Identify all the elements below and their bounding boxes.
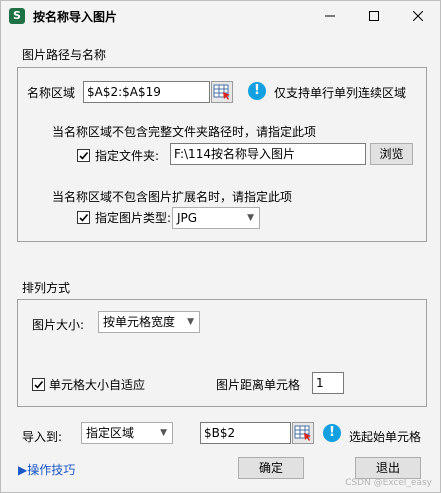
chevron-down-icon: ▼ [247, 213, 254, 223]
autofit-checkbox[interactable] [32, 378, 45, 391]
title-bar: S 按名称导入图片 [1, 1, 440, 31]
maximize-button[interactable] [352, 1, 396, 31]
minimize-button[interactable] [308, 1, 352, 31]
size-select[interactable]: 按单元格宽度 ▼ [98, 311, 200, 333]
ext-note: 当名称区域不包含图片扩展名时，请指定此项 [52, 190, 293, 204]
dialog-window: S 按名称导入图片 图片路径与名称 名称区域 $A$2:$A$19 ! 仅支持单… [0, 0, 441, 493]
chevron-down-icon: ▼ [160, 428, 167, 438]
window-title: 按名称导入图片 [33, 10, 118, 24]
info-icon: ! [323, 424, 341, 442]
range-select-icon [213, 84, 230, 100]
path-group: 名称区域 $A$2:$A$19 ! 仅支持单行单列连续区域 当名称区域不包含完整… [17, 67, 427, 242]
start-cell-input[interactable]: $B$2 [200, 422, 291, 444]
checkmark-icon [34, 380, 44, 389]
arrange-group: 图片大小: 按单元格宽度 ▼ 单元格大小自适应 图片距离单元格 1 [17, 299, 427, 407]
name-range-label: 名称区域 [27, 86, 76, 100]
ext-checkbox-label: 指定图片类型: [95, 211, 172, 225]
range-select-icon [294, 425, 311, 441]
import-label: 导入到: [22, 430, 63, 444]
folder-checkbox[interactable] [77, 149, 90, 162]
start-cell-picker-button[interactable] [292, 422, 314, 444]
checkmark-icon [79, 151, 89, 160]
minimize-icon [325, 15, 335, 17]
import-target-select[interactable]: 指定区域 ▼ [81, 422, 173, 444]
ok-button[interactable]: 确定 [238, 457, 304, 479]
import-target-value: 指定区域 [86, 426, 135, 440]
distance-label: 图片距离单元格 [216, 378, 301, 392]
name-range-hint: 仅支持单行单列连续区域 [274, 86, 407, 100]
chevron-down-icon: ▼ [187, 317, 194, 327]
size-label: 图片大小: [32, 318, 85, 332]
distance-input[interactable]: 1 [312, 372, 344, 394]
ext-checkbox[interactable] [77, 211, 90, 224]
app-icon: S [9, 8, 25, 24]
arrange-section-label: 排列方式 [22, 281, 71, 295]
ext-select-value: JPG [177, 211, 198, 225]
start-cell-hint: 选起始单元格 [349, 430, 422, 444]
checkmark-icon [79, 213, 89, 222]
path-section-label: 图片路径与名称 [22, 48, 107, 62]
size-select-value: 按单元格宽度 [103, 315, 176, 329]
name-range-input[interactable]: $A$2:$A$19 [83, 81, 210, 103]
close-button[interactable] [396, 1, 440, 31]
name-range-picker-button[interactable] [211, 81, 233, 103]
browse-button[interactable]: 浏览 [370, 143, 413, 165]
autofit-label: 单元格大小自适应 [49, 378, 146, 392]
exit-button[interactable]: 退出 [355, 457, 421, 479]
info-icon: ! [248, 82, 266, 100]
tips-link[interactable]: ▶操作技巧 [18, 461, 75, 478]
ext-select[interactable]: JPG ▼ [172, 207, 260, 229]
maximize-icon [369, 11, 379, 21]
folder-checkbox-label: 指定文件夹: [95, 149, 160, 163]
folder-note: 当名称区域不包含完整文件夹路径时，请指定此项 [52, 125, 317, 139]
watermark: CSDN @Excel_easy [345, 478, 432, 488]
folder-path-input[interactable]: F:\114按名称导入图片 [170, 143, 366, 165]
close-icon [413, 11, 423, 21]
